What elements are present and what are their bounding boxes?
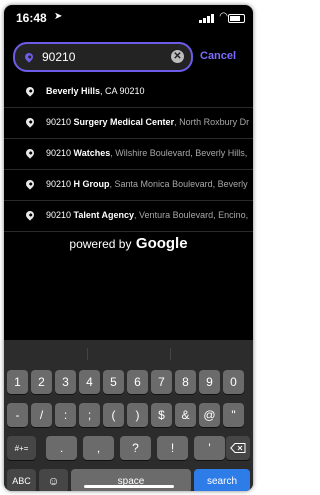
clear-icon[interactable]: ✕ <box>171 50 184 63</box>
key-at[interactable]: @ <box>199 403 220 427</box>
location-arrow-icon: ➤ <box>54 11 63 22</box>
result-prefix: 90210 <box>46 179 74 189</box>
result-address: , CA 90210 <box>100 86 145 96</box>
key-apostrophe[interactable]: ' <box>194 436 225 460</box>
google-logo: Google <box>135 235 188 252</box>
result-text: 90210 H Group, Santa Monica Boulevard, B… <box>46 179 248 189</box>
key-abc[interactable]: ABC <box>7 469 36 491</box>
result-prefix: 90210 <box>46 210 74 220</box>
location-pin-icon <box>24 178 36 190</box>
wifi-icon: ◠ <box>219 11 228 22</box>
key-exclamation[interactable]: ! <box>157 436 188 460</box>
result-prefix: 90210 <box>46 148 74 158</box>
result-address: , Ventura Boulevard, Encino, <box>134 210 249 220</box>
result-text: 90210 Talent Agency, Ventura Boulevard, … <box>46 210 248 220</box>
key-3[interactable]: 3 <box>55 370 76 394</box>
result-address: , Santa Monica Boulevard, Beverly <box>109 179 248 189</box>
key-semicolon[interactable]: ; <box>79 403 100 427</box>
delete-icon <box>230 443 246 453</box>
key-ampersand[interactable]: & <box>175 403 196 427</box>
key-dollar[interactable]: $ <box>151 403 172 427</box>
result-title: Watches <box>73 148 111 158</box>
list-item[interactable]: Beverly Hills, CA 90210 <box>4 77 253 108</box>
location-pin-icon <box>24 147 36 159</box>
suggestion-divider <box>170 348 171 360</box>
key-8[interactable]: 8 <box>175 370 196 394</box>
phone-screen: 16:48 ➤ ◠ ✕ Cancel Beverly Hills, CA 902… <box>4 5 253 491</box>
search-bar[interactable]: ✕ <box>13 42 193 72</box>
key-6[interactable]: 6 <box>127 370 148 394</box>
signal-icon <box>199 14 215 23</box>
key-symbols-switch[interactable]: #+= <box>7 436 36 460</box>
status-bar: 16:48 ➤ ◠ <box>4 5 253 31</box>
key-question[interactable]: ? <box>120 436 151 460</box>
key-2[interactable]: 2 <box>31 370 52 394</box>
search-input[interactable] <box>42 49 172 65</box>
result-text: Beverly Hills, CA 90210 <box>46 86 145 96</box>
suggestion-divider <box>87 348 88 360</box>
result-text: 90210 Surgery Medical Center, North Roxb… <box>46 117 249 127</box>
home-indicator <box>84 485 174 488</box>
cancel-button[interactable]: Cancel <box>200 50 236 62</box>
key-close-paren[interactable]: ) <box>127 403 148 427</box>
location-pin-icon <box>24 116 36 128</box>
keyboard-suggestion-bar <box>4 340 253 368</box>
result-title: Surgery Medical Center <box>73 117 175 127</box>
location-pin-icon <box>23 51 35 63</box>
result-address: , Wilshire Boulevard, Beverly Hills, <box>110 148 248 158</box>
key-4[interactable]: 4 <box>79 370 100 394</box>
key-colon[interactable]: : <box>55 403 76 427</box>
result-title: Beverly Hills <box>46 86 101 96</box>
key-search[interactable]: search <box>194 469 250 491</box>
list-item[interactable]: 90210 Surgery Medical Center, North Roxb… <box>4 108 253 139</box>
key-5[interactable]: 5 <box>103 370 124 394</box>
list-item[interactable]: 90210 Talent Agency, Ventura Boulevard, … <box>4 201 253 232</box>
key-7[interactable]: 7 <box>151 370 172 394</box>
results-list: Beverly Hills, CA 90210 90210 Surgery Me… <box>4 77 253 232</box>
key-quote[interactable]: " <box>223 403 244 427</box>
status-time: 16:48 <box>16 11 47 25</box>
key-0[interactable]: 0 <box>223 370 244 394</box>
keyboard: 1 2 3 4 5 6 7 8 9 0 - / : ; ( ) $ & @ " … <box>4 340 253 491</box>
result-title: Talent Agency <box>73 210 135 220</box>
emoji-icon: ☺ <box>47 474 60 488</box>
location-pin-icon <box>24 85 36 97</box>
key-emoji[interactable]: ☺ <box>39 469 68 491</box>
powered-by-text: powered by <box>69 237 132 251</box>
key-1[interactable]: 1 <box>7 370 28 394</box>
key-hyphen[interactable]: - <box>7 403 28 427</box>
result-title: H Group <box>73 179 110 189</box>
delete-key[interactable] <box>226 436 250 460</box>
key-slash[interactable]: / <box>31 403 52 427</box>
google-attribution: powered by Google <box>4 235 253 253</box>
result-text: 90210 Watches, Wilshire Boulevard, Bever… <box>46 148 247 158</box>
battery-icon <box>228 14 245 23</box>
key-period[interactable]: . <box>46 436 77 460</box>
key-open-paren[interactable]: ( <box>103 403 124 427</box>
key-9[interactable]: 9 <box>199 370 220 394</box>
result-prefix: 90210 <box>46 117 74 127</box>
key-comma[interactable]: , <box>83 436 114 460</box>
list-item[interactable]: 90210 H Group, Santa Monica Boulevard, B… <box>4 170 253 201</box>
list-item[interactable]: 90210 Watches, Wilshire Boulevard, Bever… <box>4 139 253 170</box>
result-address: , North Roxbury Dr <box>174 117 250 127</box>
location-pin-icon <box>24 209 36 221</box>
